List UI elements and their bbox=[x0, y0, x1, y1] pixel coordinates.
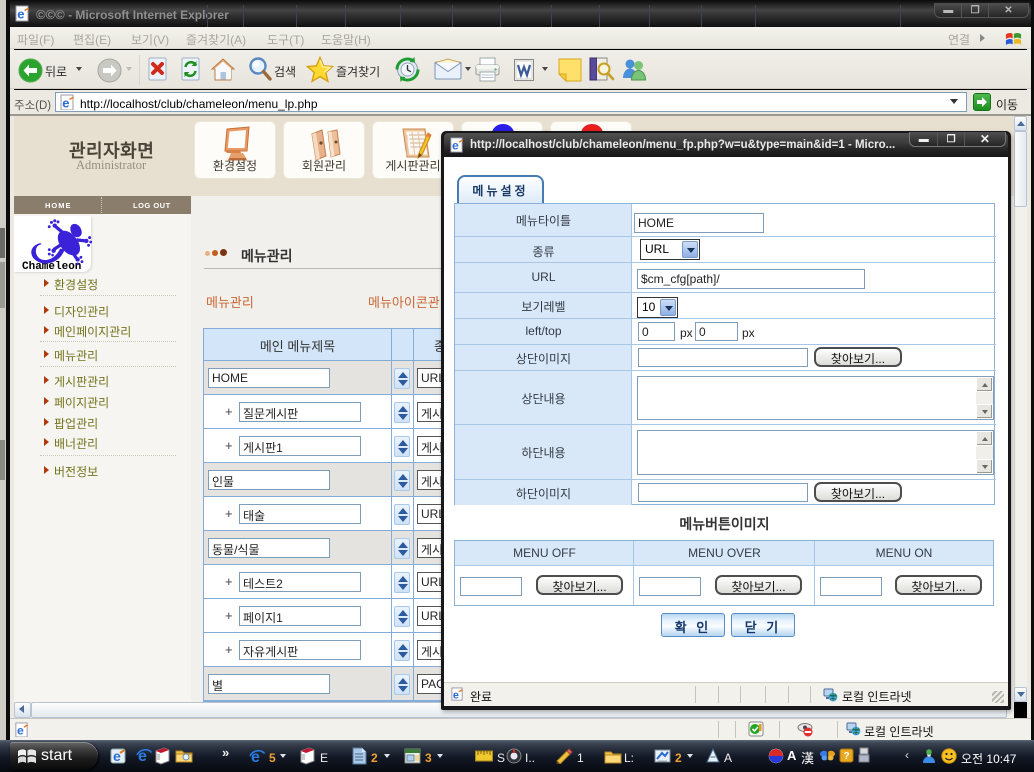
svg-text:e: e bbox=[453, 689, 459, 701]
svg-text:e: e bbox=[452, 139, 459, 153]
svg-text:?: ? bbox=[843, 751, 849, 762]
svg-text:e: e bbox=[113, 748, 121, 764]
svg-text:e: e bbox=[62, 96, 69, 111]
svg-text:e: e bbox=[17, 7, 24, 22]
svg-text:e: e bbox=[17, 724, 24, 737]
